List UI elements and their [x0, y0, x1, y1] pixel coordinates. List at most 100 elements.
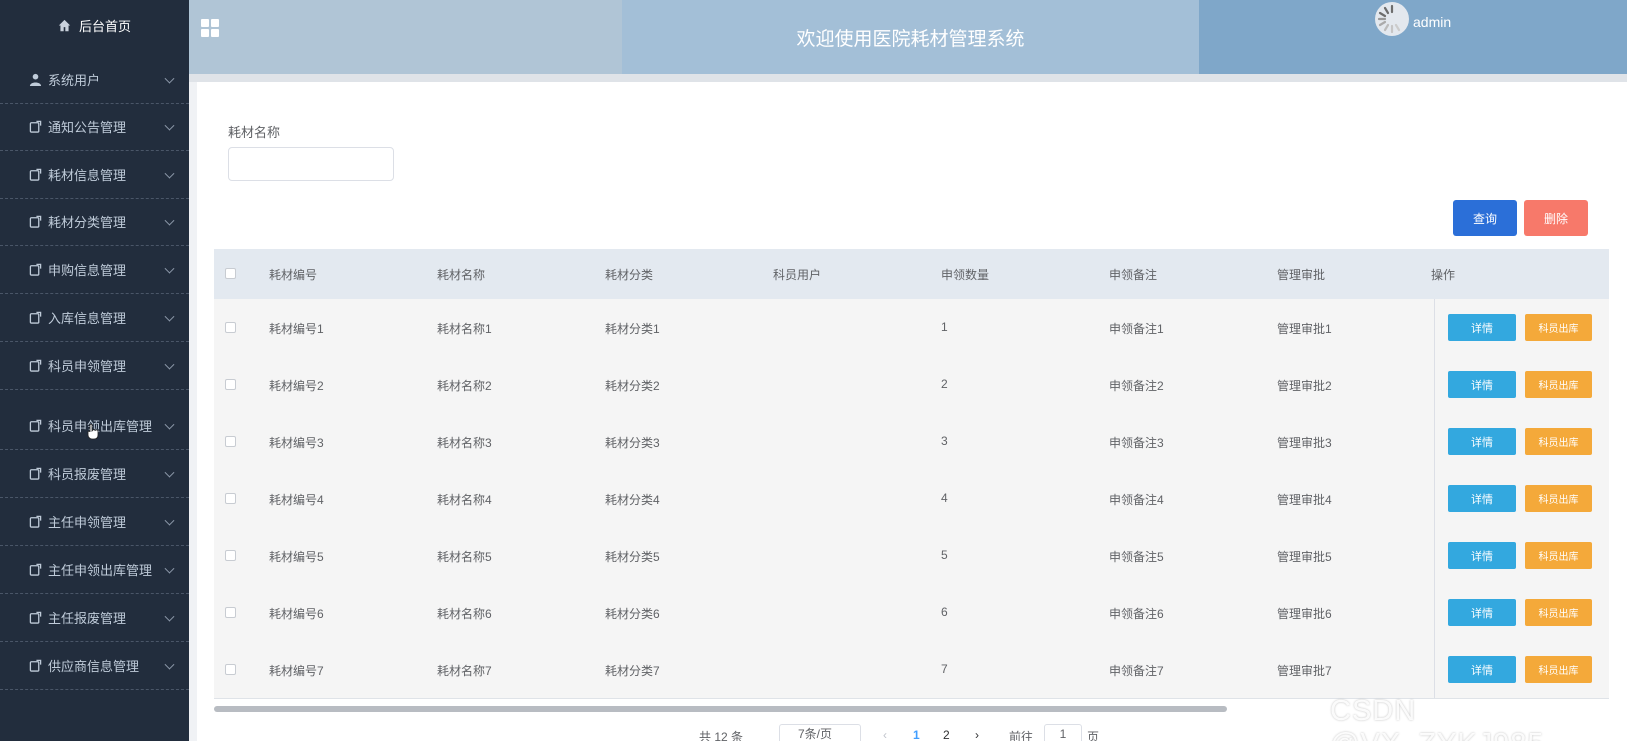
sidebar-item-supplier[interactable]: 供应商信息管理: [0, 642, 189, 690]
sidebar-item-purchase[interactable]: 申购信息管理: [0, 246, 189, 294]
table-cell: 耗材分类4: [605, 493, 660, 507]
table-cell: 申领备注7: [1109, 664, 1164, 678]
staff-outbound-button[interactable]: 科员出库: [1525, 428, 1592, 455]
sidebar-item-label: 系统用户: [48, 73, 101, 88]
table-cell: 耗材名称6: [437, 607, 492, 621]
sidebar-item-director-apply-outbound[interactable]: 主任申领出库管理: [0, 546, 189, 594]
chevron-down-icon[interactable]: [164, 168, 175, 179]
detail-button[interactable]: 详情: [1448, 428, 1516, 455]
table-cell: 2: [941, 377, 948, 391]
chevron-down-icon[interactable]: [164, 311, 175, 322]
detail-button[interactable]: 详情: [1448, 599, 1516, 626]
username[interactable]: admin: [1413, 14, 1451, 30]
page-1[interactable]: 1: [913, 728, 920, 741]
menu-grid-icon[interactable]: [201, 19, 219, 37]
query-button[interactable]: 查询: [1453, 200, 1517, 236]
sidebar-item-label: 耗材信息管理: [48, 168, 127, 183]
chevron-down-icon[interactable]: [164, 263, 175, 274]
row-checkbox[interactable]: [225, 550, 236, 561]
sidebar-home[interactable]: 后台首页: [0, 0, 189, 50]
table-cell: 耗材名称7: [437, 664, 492, 678]
document-icon: [28, 515, 42, 529]
column-header: 科员用户: [773, 268, 822, 282]
document-icon: [28, 467, 42, 481]
sidebar-item-label: 主任报废管理: [48, 611, 127, 626]
user-icon: [28, 73, 42, 87]
table-cell: 5: [941, 548, 948, 562]
sidebar-item-staff-apply[interactable]: 科员申领管理: [0, 342, 189, 390]
sidebar-item-staff-scrap[interactable]: 科员报废管理: [0, 450, 189, 498]
chevron-down-icon[interactable]: [164, 359, 175, 370]
avatar[interactable]: [1375, 2, 1409, 36]
delete-button[interactable]: 删除: [1524, 200, 1588, 236]
sidebar-item-material-info[interactable]: 耗材信息管理: [0, 151, 189, 199]
chevron-down-icon[interactable]: [164, 563, 175, 574]
detail-button[interactable]: 详情: [1448, 542, 1516, 569]
staff-outbound-button[interactable]: 科员出库: [1525, 599, 1592, 626]
next-page-icon[interactable]: ›: [975, 728, 979, 741]
document-icon: [28, 611, 42, 625]
detail-button[interactable]: 详情: [1448, 371, 1516, 398]
table-row[interactable]: 耗材编号4 耗材名称4 耗材分类4 4 申领备注4 管理审批4 详情 科员出库: [214, 470, 1609, 528]
table-row[interactable]: 耗材编号6 耗材名称6 耗材分类6 6 申领备注6 管理审批6 详情 科员出库: [214, 584, 1609, 642]
staff-outbound-button[interactable]: 科员出库: [1525, 656, 1592, 683]
table-row[interactable]: 耗材编号1 耗材名称1 耗材分类1 1 申领备注1 管理审批1 详情 科员出库: [214, 299, 1609, 357]
sidebar-item-inbound[interactable]: 入库信息管理: [0, 294, 189, 342]
table-cell: 管理审批5: [1277, 550, 1332, 564]
sidebar-item-director-apply[interactable]: 主任申领管理: [0, 498, 189, 546]
material-name-input[interactable]: [228, 147, 394, 181]
prev-page-icon[interactable]: ‹: [883, 728, 887, 741]
sidebar-item-system-users[interactable]: 系统用户: [0, 56, 189, 104]
chevron-down-icon[interactable]: [164, 73, 175, 84]
table-cell: 耗材编号1: [269, 322, 324, 336]
table-row[interactable]: 耗材编号5 耗材名称5 耗材分类5 5 申领备注5 管理审批5 详情 科员出库: [214, 527, 1609, 585]
chevron-down-icon[interactable]: [164, 120, 175, 131]
row-checkbox[interactable]: [225, 664, 236, 675]
table-cell: 管理审批6: [1277, 607, 1332, 621]
page-2[interactable]: 2: [943, 728, 950, 741]
detail-button[interactable]: 详情: [1448, 485, 1516, 512]
table-cell: 耗材编号7: [269, 664, 324, 678]
top-header: 欢迎使用医院耗材管理系统 admin: [189, 0, 1627, 74]
staff-outbound-button[interactable]: 科员出库: [1525, 371, 1592, 398]
table-cell: 申领备注4: [1109, 493, 1164, 507]
sidebar: 后台首页 系统用户通知公告管理 耗材信息管理耗材分类管理 申购信息管理 入库信息管理科…: [0, 0, 189, 741]
sidebar-item-material-category[interactable]: 耗材分类管理: [0, 198, 189, 246]
staff-outbound-button[interactable]: 科员出库: [1525, 314, 1592, 341]
table-row[interactable]: 耗材编号2 耗材名称2 耗材分类2 2 申领备注2 管理审批2 详情 科员出库: [214, 356, 1609, 414]
chevron-down-icon[interactable]: [164, 515, 175, 526]
row-checkbox[interactable]: [225, 322, 236, 333]
sidebar-item-label: 供应商信息管理: [48, 659, 140, 674]
document-icon: [28, 215, 42, 229]
staff-outbound-button[interactable]: 科员出库: [1525, 485, 1592, 512]
row-checkbox[interactable]: [225, 436, 236, 447]
staff-outbound-button[interactable]: 科员出库: [1525, 542, 1592, 569]
row-checkbox[interactable]: [225, 607, 236, 618]
sidebar-item-director-scrap[interactable]: 主任报废管理: [0, 594, 189, 642]
horizontal-scrollbar[interactable]: [214, 706, 1227, 712]
sidebar-item-notices[interactable]: 通知公告管理: [0, 103, 189, 151]
table-cell: 耗材编号5: [269, 550, 324, 564]
table-row[interactable]: 耗材编号3 耗材名称3 耗材分类3 3 申领备注3 管理审批3 详情 科员出库: [214, 413, 1609, 471]
row-checkbox[interactable]: [225, 379, 236, 390]
table-cell: 耗材分类3: [605, 436, 660, 450]
chevron-down-icon[interactable]: [164, 611, 175, 622]
hand-cursor-icon: [87, 424, 99, 440]
chevron-down-icon[interactable]: [164, 659, 175, 670]
detail-button[interactable]: 详情: [1448, 656, 1516, 683]
select-all-checkbox[interactable]: [225, 268, 236, 279]
main-content: 耗材名称 查询 删除 耗材编号 耗材名称 耗材分类 科员用户 申领数量 申领备注 管理审批操…: [197, 82, 1627, 741]
page-size-select[interactable]: 7条/页: [779, 724, 861, 741]
chevron-down-icon[interactable]: [164, 215, 175, 226]
sidebar-item-label: 通知公告管理: [48, 120, 127, 135]
chevron-down-icon[interactable]: [164, 467, 175, 478]
pager-total: 共 12 条: [699, 730, 744, 741]
chevron-down-icon[interactable]: [164, 419, 175, 430]
document-icon: [28, 168, 42, 182]
table-cell: 申领备注6: [1109, 607, 1164, 621]
table-row[interactable]: 耗材编号7 耗材名称7 耗材分类7 7 申领备注7 管理审批7 详情 科员出库: [214, 641, 1609, 699]
goto-page-input[interactable]: 1: [1044, 724, 1082, 741]
detail-button[interactable]: 详情: [1448, 314, 1516, 341]
row-checkbox[interactable]: [225, 493, 236, 504]
table-cell: 3: [941, 434, 948, 448]
